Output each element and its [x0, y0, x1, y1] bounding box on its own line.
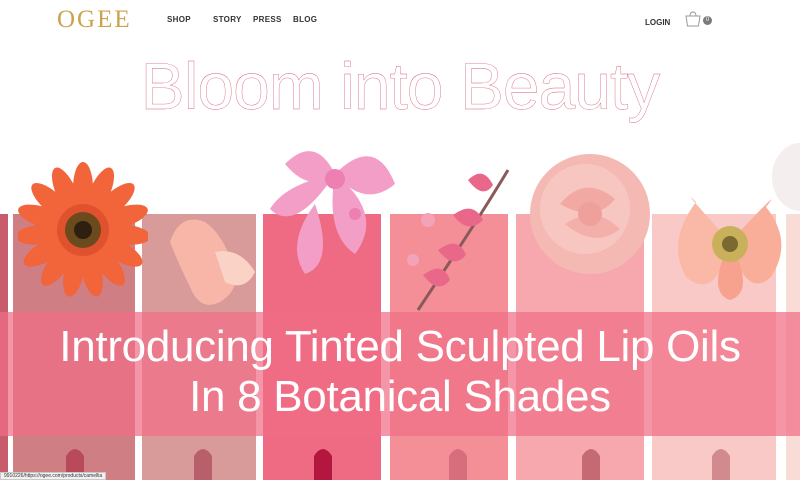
login-link[interactable]: LOGIN	[645, 18, 670, 27]
pink-petal	[170, 219, 255, 305]
hero-section: Bloom into Beauty Bloom into Beauty Intr…	[0, 42, 800, 480]
lip-pencil-3	[310, 442, 336, 480]
lip-pencil-5	[578, 442, 604, 480]
peony-flower	[530, 154, 650, 274]
banner-headline-line-1: Introducing Tinted Sculpted Lip Oils	[59, 322, 741, 371]
bleeding-heart-flower	[407, 169, 510, 311]
lip-pencil-6	[708, 442, 734, 480]
nav-press[interactable]: PRESS	[253, 15, 282, 24]
browser-status-bar: 9910226/https://ogee.com/products/camell…	[0, 472, 107, 480]
nav-shop[interactable]: SHOP	[167, 15, 191, 24]
shopping-bag-icon	[685, 11, 701, 27]
site-header: OGEE SHOP STORY PRESS BLOG LOGIN 0	[0, 0, 800, 42]
nav-blog[interactable]: BLOG	[293, 15, 317, 24]
azalea-flower	[270, 151, 395, 274]
hero-headline-outline: Bloom into Beauty	[140, 49, 660, 123]
gerbera-flower	[18, 162, 148, 297]
white-flower	[772, 143, 800, 211]
cart-count-badge: 0	[703, 16, 712, 25]
nav-story[interactable]: STORY	[213, 15, 242, 24]
promo-banner[interactable]: Introducing Tinted Sculpted Lip Oils In …	[0, 312, 800, 436]
cart-button[interactable]: 0	[684, 11, 712, 29]
ogee-logo[interactable]: OGEE	[57, 6, 132, 34]
lip-pencil-2	[190, 442, 216, 480]
lip-pencil-4	[445, 442, 471, 480]
banner-headline-line-2: In 8 Botanical Shades	[189, 372, 611, 421]
